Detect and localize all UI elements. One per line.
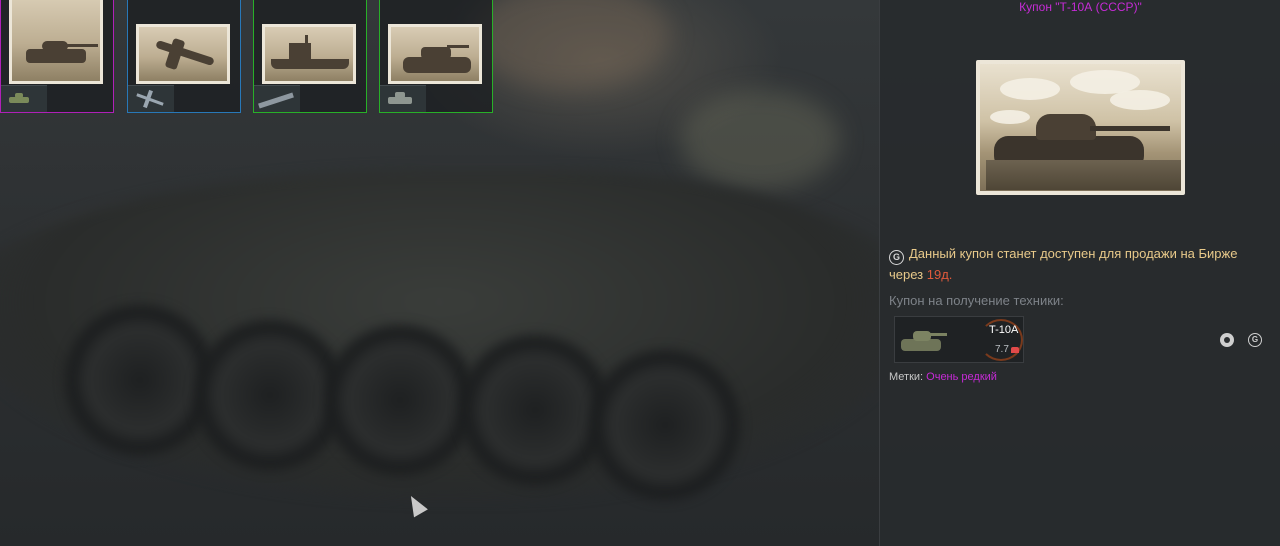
coupon-card-2[interactable] (127, 0, 241, 113)
vehicle-card[interactable]: T-10A 7.7 (894, 316, 1024, 363)
coupon-preview-image (976, 60, 1185, 195)
vehicle-battle-rating: 7.7 (995, 344, 1009, 355)
coupon-title: Купон "Т-10А (СССР)" (1019, 0, 1142, 14)
preview-eye-icon[interactable] (1220, 333, 1234, 347)
aircraft-photo (136, 24, 230, 84)
market-notice: G Данный купон станет доступен для продаж… (889, 244, 1275, 285)
coupon-details-panel: Купон "Т-10А (СССР)" G Данный купон стане… (879, 0, 1280, 546)
coupon-card-1[interactable] (0, 0, 114, 113)
tags-row: Метки: Очень редкий (889, 371, 997, 383)
ship-photo (262, 24, 356, 84)
tank-photo (388, 24, 482, 84)
gaijin-coin-icon: G (889, 250, 904, 265)
coupon-card-4[interactable] (379, 0, 493, 113)
tank-photo (9, 0, 103, 84)
market-coin-icon[interactable]: G (1248, 333, 1262, 347)
tank-coupon-icon (1, 85, 47, 112)
market-notice-days: 19д. (926, 267, 953, 282)
tank-icon (901, 327, 947, 353)
ussr-flag-icon (1011, 347, 1019, 353)
vehicle-name: T-10A (989, 324, 1019, 336)
tags-label: Метки: (889, 371, 927, 383)
coupon-for-label: Купон на получение техники: (889, 293, 1064, 308)
ship-coupon-icon (254, 85, 300, 112)
coupon-card-3[interactable] (253, 0, 367, 113)
tags-value: Очень редкий (926, 371, 997, 383)
aircraft-coupon-icon (128, 85, 174, 112)
tank-coupon-icon (380, 85, 426, 112)
